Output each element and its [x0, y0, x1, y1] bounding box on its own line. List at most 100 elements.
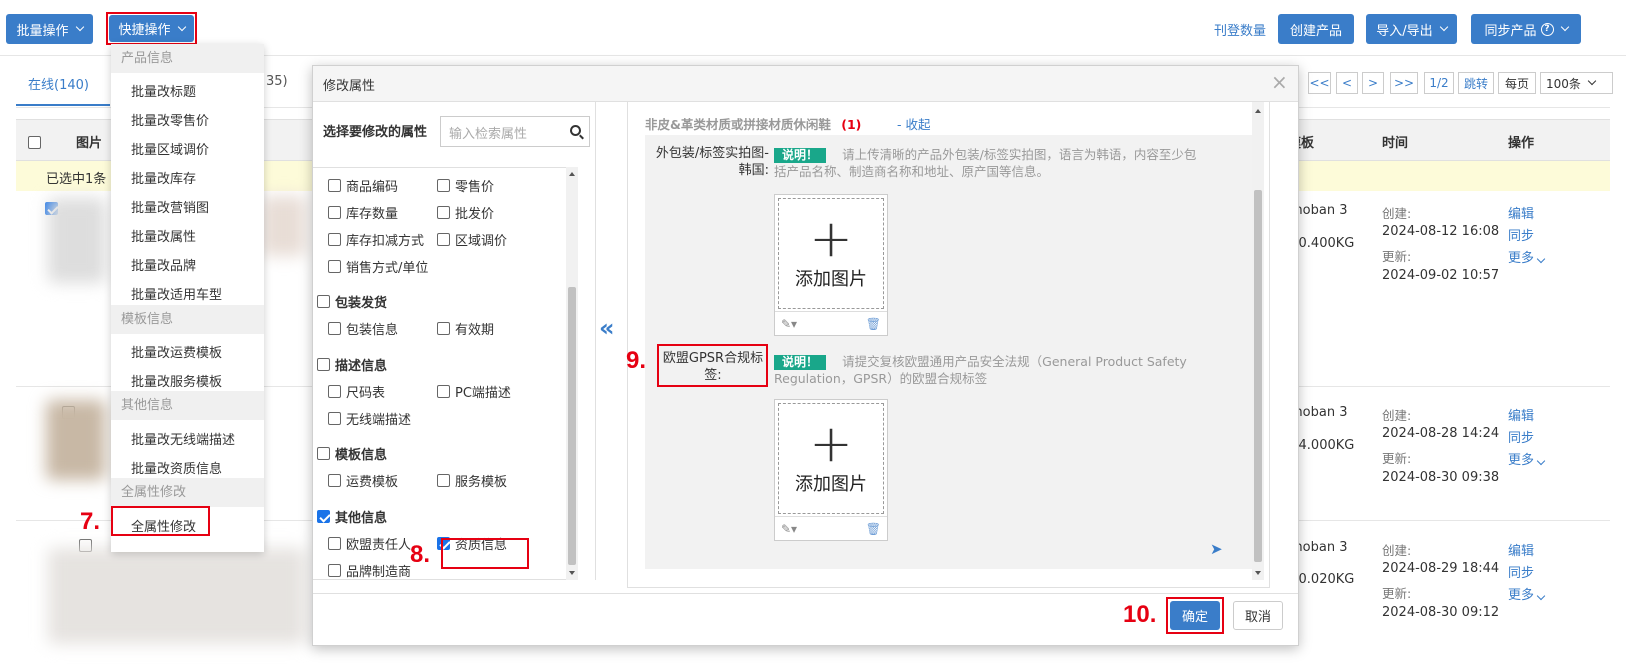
row-more-link[interactable]: 更多 [1508, 247, 1546, 266]
checkbox[interactable] [317, 510, 330, 523]
attr-wholesale-price[interactable]: 批发价 [437, 203, 494, 222]
menu-item-edit-vehicle[interactable]: 批量改适用车型 [131, 284, 222, 303]
attr-group-description[interactable]: 描述信息 [317, 355, 387, 374]
add-image-area[interactable]: + 添加图片 [778, 198, 884, 309]
send-icon[interactable]: ➤ [1210, 540, 1223, 558]
attr-shipping-template[interactable]: 运费模板 [328, 471, 398, 490]
menu-item-shipping-template[interactable]: 批量改运费模板 [131, 342, 222, 361]
checkbox[interactable] [317, 295, 330, 308]
attr-region-price[interactable]: 区域调价 [437, 230, 507, 249]
checkbox[interactable] [328, 537, 341, 550]
attr-package-info[interactable]: 包装信息 [328, 319, 398, 338]
menu-item-wireless-desc[interactable]: 批量改无线端描述 [131, 429, 235, 448]
attr-sale-unit[interactable]: 销售方式/单位 [328, 257, 428, 276]
checkbox[interactable] [437, 474, 450, 487]
attr-eu-responsible[interactable]: 欧盟责任人 [328, 534, 411, 553]
menu-item-region-price[interactable]: 批量区域调价 [131, 139, 209, 158]
attribute-list-scrollbar[interactable] [566, 167, 578, 580]
attr-stock-qty[interactable]: 库存数量 [328, 203, 398, 222]
upload-gpsr-label[interactable]: + 添加图片 ✎▾ 🗑 [774, 399, 888, 541]
checkbox[interactable] [328, 206, 341, 219]
checkbox[interactable] [328, 412, 341, 425]
row-sync-link[interactable]: 同步 [1508, 427, 1534, 446]
row-more-link[interactable]: 更多 [1508, 584, 1546, 603]
checkbox[interactable] [328, 233, 341, 246]
page-first-button[interactable]: << [1308, 72, 1331, 94]
trash-icon[interactable]: 🗑 [866, 317, 881, 331]
attribute-search-input[interactable]: 输入检索属性 [440, 116, 590, 147]
menu-item-edit-brand[interactable]: 批量改品牌 [131, 255, 196, 274]
confirm-button[interactable]: 确定 [1170, 601, 1220, 630]
collapse-link[interactable]: - 收起 [897, 114, 930, 133]
attr-retail-price[interactable]: 零售价 [437, 176, 494, 195]
attr-pc-desc[interactable]: PC端描述 [437, 382, 511, 401]
checkbox[interactable] [437, 206, 450, 219]
tab-online[interactable]: 在线(140) [28, 74, 89, 93]
quick-ops-button[interactable]: 快捷操作 [109, 15, 194, 42]
checkbox[interactable] [317, 358, 330, 371]
batch-ops-button[interactable]: 批量操作 [6, 14, 93, 44]
menu-item-edit-stock[interactable]: 批量改库存 [131, 168, 196, 187]
attr-group-other[interactable]: 其他信息 [317, 507, 387, 526]
attr-group-packaging[interactable]: 包装发货 [317, 292, 387, 311]
checkbox[interactable] [328, 385, 341, 398]
scroll-thumb[interactable] [1254, 190, 1262, 562]
page-prev-button[interactable]: < [1336, 72, 1358, 94]
checkbox[interactable] [328, 322, 341, 335]
checkbox[interactable] [437, 233, 450, 246]
menu-item-edit-attributes[interactable]: 批量改属性 [131, 226, 196, 245]
row-sync-link[interactable]: 同步 [1508, 562, 1534, 581]
checkbox[interactable] [437, 179, 450, 192]
scroll-down-arrow[interactable] [1255, 571, 1261, 575]
checkbox[interactable] [317, 447, 330, 460]
menu-item-service-template[interactable]: 批量改服务模板 [131, 371, 222, 390]
menu-item-edit-title[interactable]: 批量改标题 [131, 81, 196, 100]
checkbox[interactable] [328, 564, 341, 577]
row-edit-link[interactable]: 编辑 [1508, 540, 1534, 559]
attr-wireless-desc[interactable]: 无线端描述 [328, 409, 411, 428]
checkbox[interactable] [437, 385, 450, 398]
import-export-button[interactable]: 导入/导出 [1366, 14, 1457, 44]
checkbox[interactable] [328, 474, 341, 487]
highlight-all-attributes [111, 506, 210, 536]
attr-group-template[interactable]: 模板信息 [317, 444, 387, 463]
magic-wand-icon[interactable]: ✎▾ [781, 522, 797, 536]
checkbox[interactable] [437, 322, 450, 335]
cancel-button[interactable]: 取消 [1233, 601, 1283, 630]
attr-service-template[interactable]: 服务模板 [437, 471, 507, 490]
row-sync-link[interactable]: 同步 [1508, 225, 1534, 244]
scroll-up-arrow[interactable] [1255, 109, 1261, 113]
row-edit-link[interactable]: 编辑 [1508, 405, 1534, 424]
trash-icon[interactable]: 🗑 [866, 522, 881, 536]
attr-size-chart[interactable]: 尺码表 [328, 382, 385, 401]
menu-item-edit-marketing-image[interactable]: 批量改营销图 [131, 197, 209, 216]
edit-panel-scrollbar[interactable] [1252, 102, 1264, 580]
per-page-select[interactable]: 100条 [1540, 72, 1613, 94]
magic-wand-icon[interactable]: ✎▾ [781, 317, 797, 331]
scroll-thumb[interactable] [568, 287, 576, 565]
attr-stock-deduction[interactable]: 库存扣减方式 [328, 230, 424, 249]
select-all-checkbox[interactable] [28, 136, 41, 149]
page-next-button[interactable]: > [1362, 72, 1384, 94]
page-jump-button[interactable]: 跳转 [1458, 72, 1494, 94]
checkbox[interactable] [328, 179, 341, 192]
scroll-down-arrow[interactable] [569, 571, 575, 575]
attr-brand-manufacturer[interactable]: 品牌制造商 [328, 561, 411, 580]
listing-count-link[interactable]: 刊登数量 [1214, 20, 1266, 39]
upload-package-photo[interactable]: + 添加图片 ✎▾ 🗑 [774, 194, 888, 336]
attr-product-code[interactable]: 商品编码 [328, 176, 398, 195]
menu-item-edit-retail-price[interactable]: 批量改零售价 [131, 110, 209, 129]
menu-item-qualification[interactable]: 批量改资质信息 [131, 458, 222, 477]
sync-product-button[interactable]: 同步产品 ? [1471, 14, 1581, 44]
checkbox[interactable] [328, 260, 341, 273]
add-image-area[interactable]: + 添加图片 [778, 403, 884, 514]
row-more-link[interactable]: 更多 [1508, 449, 1546, 468]
row-edit-link[interactable]: 编辑 [1508, 203, 1534, 222]
create-product-button[interactable]: 创建产品 [1278, 14, 1354, 44]
page-last-button[interactable]: >> [1390, 72, 1418, 94]
attr-validity[interactable]: 有效期 [437, 319, 494, 338]
close-icon[interactable]: × [1271, 70, 1288, 94]
scroll-up-arrow[interactable] [569, 172, 575, 176]
tab-partial[interactable]: 35) [266, 74, 288, 89]
collapse-panel-icon[interactable]: « [599, 314, 615, 342]
